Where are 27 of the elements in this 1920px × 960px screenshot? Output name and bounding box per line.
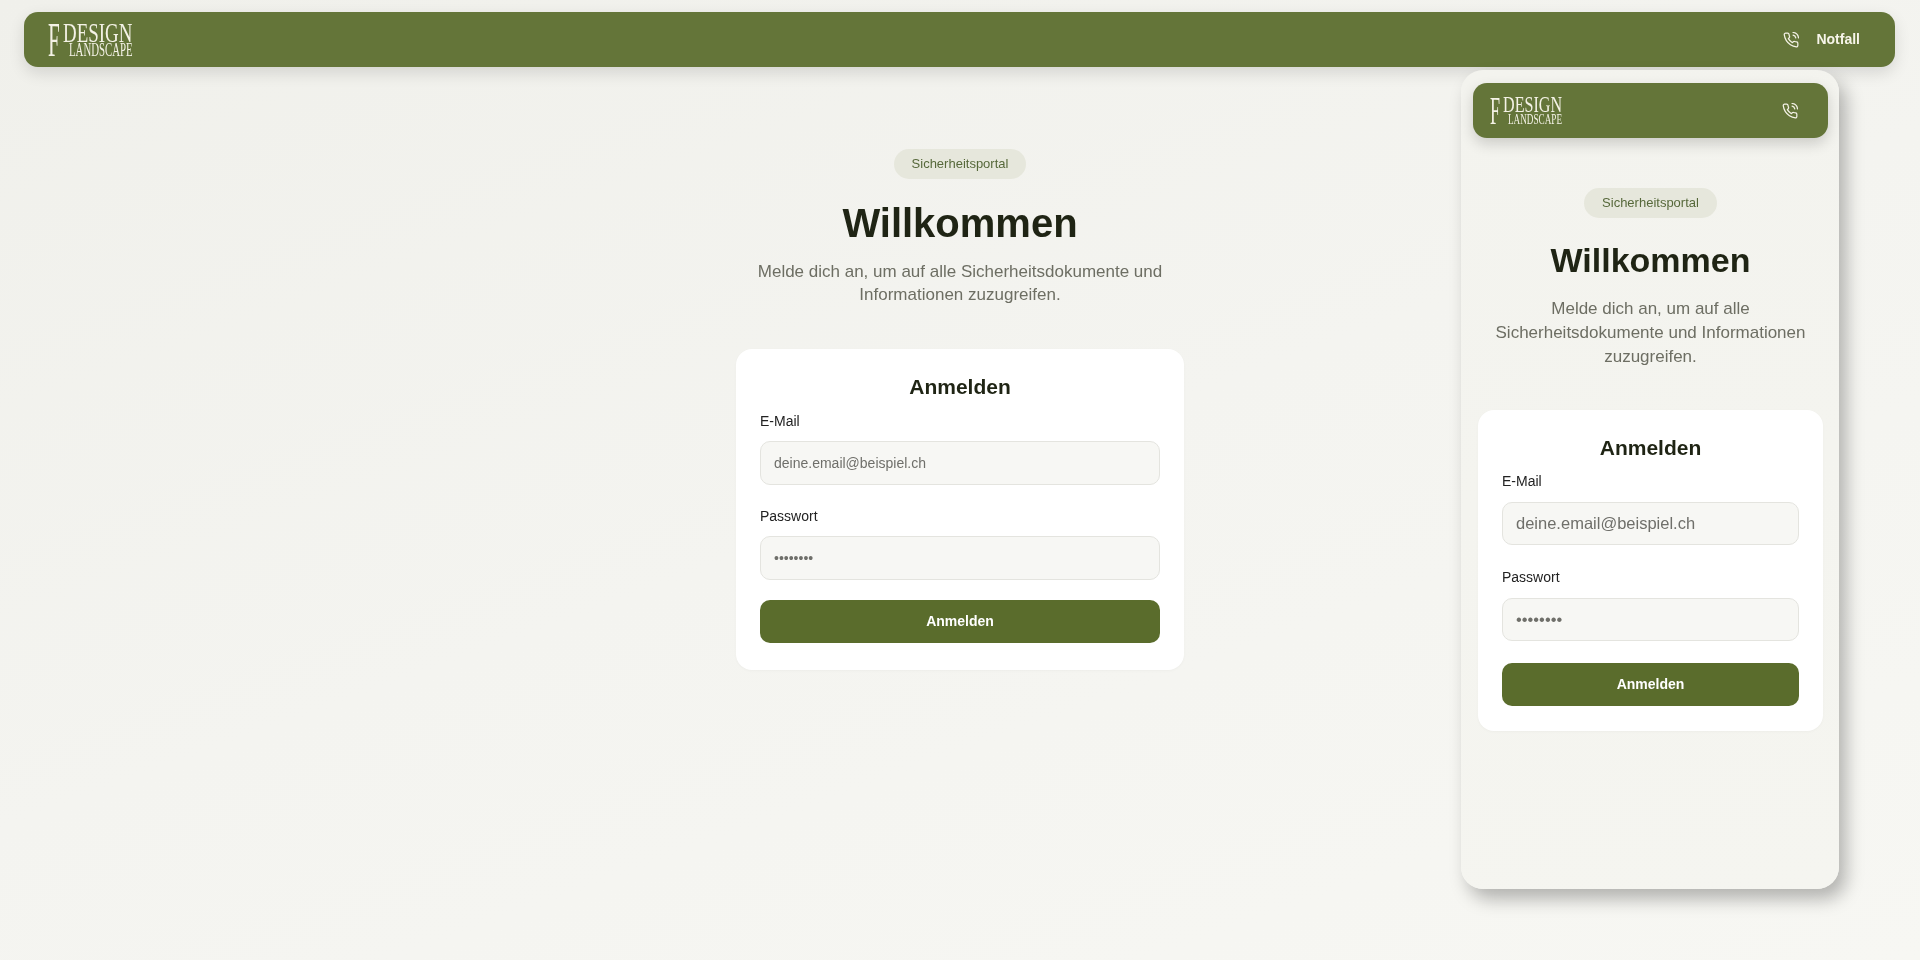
field-label: E-Mail	[760, 412, 801, 431]
login-button[interactable]: Anmelden	[760, 600, 1160, 643]
input-field[interactable]: ••••••••	[760, 536, 1160, 580]
page-subtitle: Melde dich an, um auf alle Sicherheitsdokumente und Informationen zuzugreifen.	[1494, 298, 1807, 368]
logo-text: DESIGN	[62, 23, 132, 42]
input-field[interactable]: deine.email@beispiel.ch	[760, 441, 1160, 485]
field-label: E-Mail	[1502, 472, 1543, 491]
emergency-link[interactable]: Notfall	[1783, 29, 1860, 50]
input-field[interactable]: ••••••••	[1502, 598, 1799, 641]
phone-icon[interactable]	[1782, 102, 1798, 119]
login-button[interactable]: Anmelden	[1502, 663, 1799, 706]
field-label: Passwort	[760, 507, 819, 526]
page-subtitle: Melde dich an, um auf alle Sicherheitsdokumente und Informationen zuzugreifen.	[756, 261, 1164, 306]
portal-badge: Sicherheitsportal	[893, 149, 1027, 179]
card-title: Anmelden	[908, 374, 1012, 400]
card-title: Anmelden	[1598, 435, 1703, 461]
logo-letter: F	[48, 23, 60, 56]
input-field[interactable]: deine.email@beispiel.ch	[1502, 502, 1799, 545]
logo-letter: F	[1490, 97, 1501, 124]
page-title: Willkommen	[1550, 240, 1751, 281]
logo-text: LANDSCAPE	[1507, 114, 1562, 124]
logo-text: DESIGN	[1502, 97, 1562, 112]
phone-icon	[1783, 31, 1800, 48]
field-label: Passwort	[1502, 568, 1561, 587]
logo-text: LANDSCAPE	[68, 43, 133, 56]
portal-badge: Sicherheitsportal	[1584, 188, 1717, 218]
page-title: Willkommen	[842, 200, 1078, 247]
